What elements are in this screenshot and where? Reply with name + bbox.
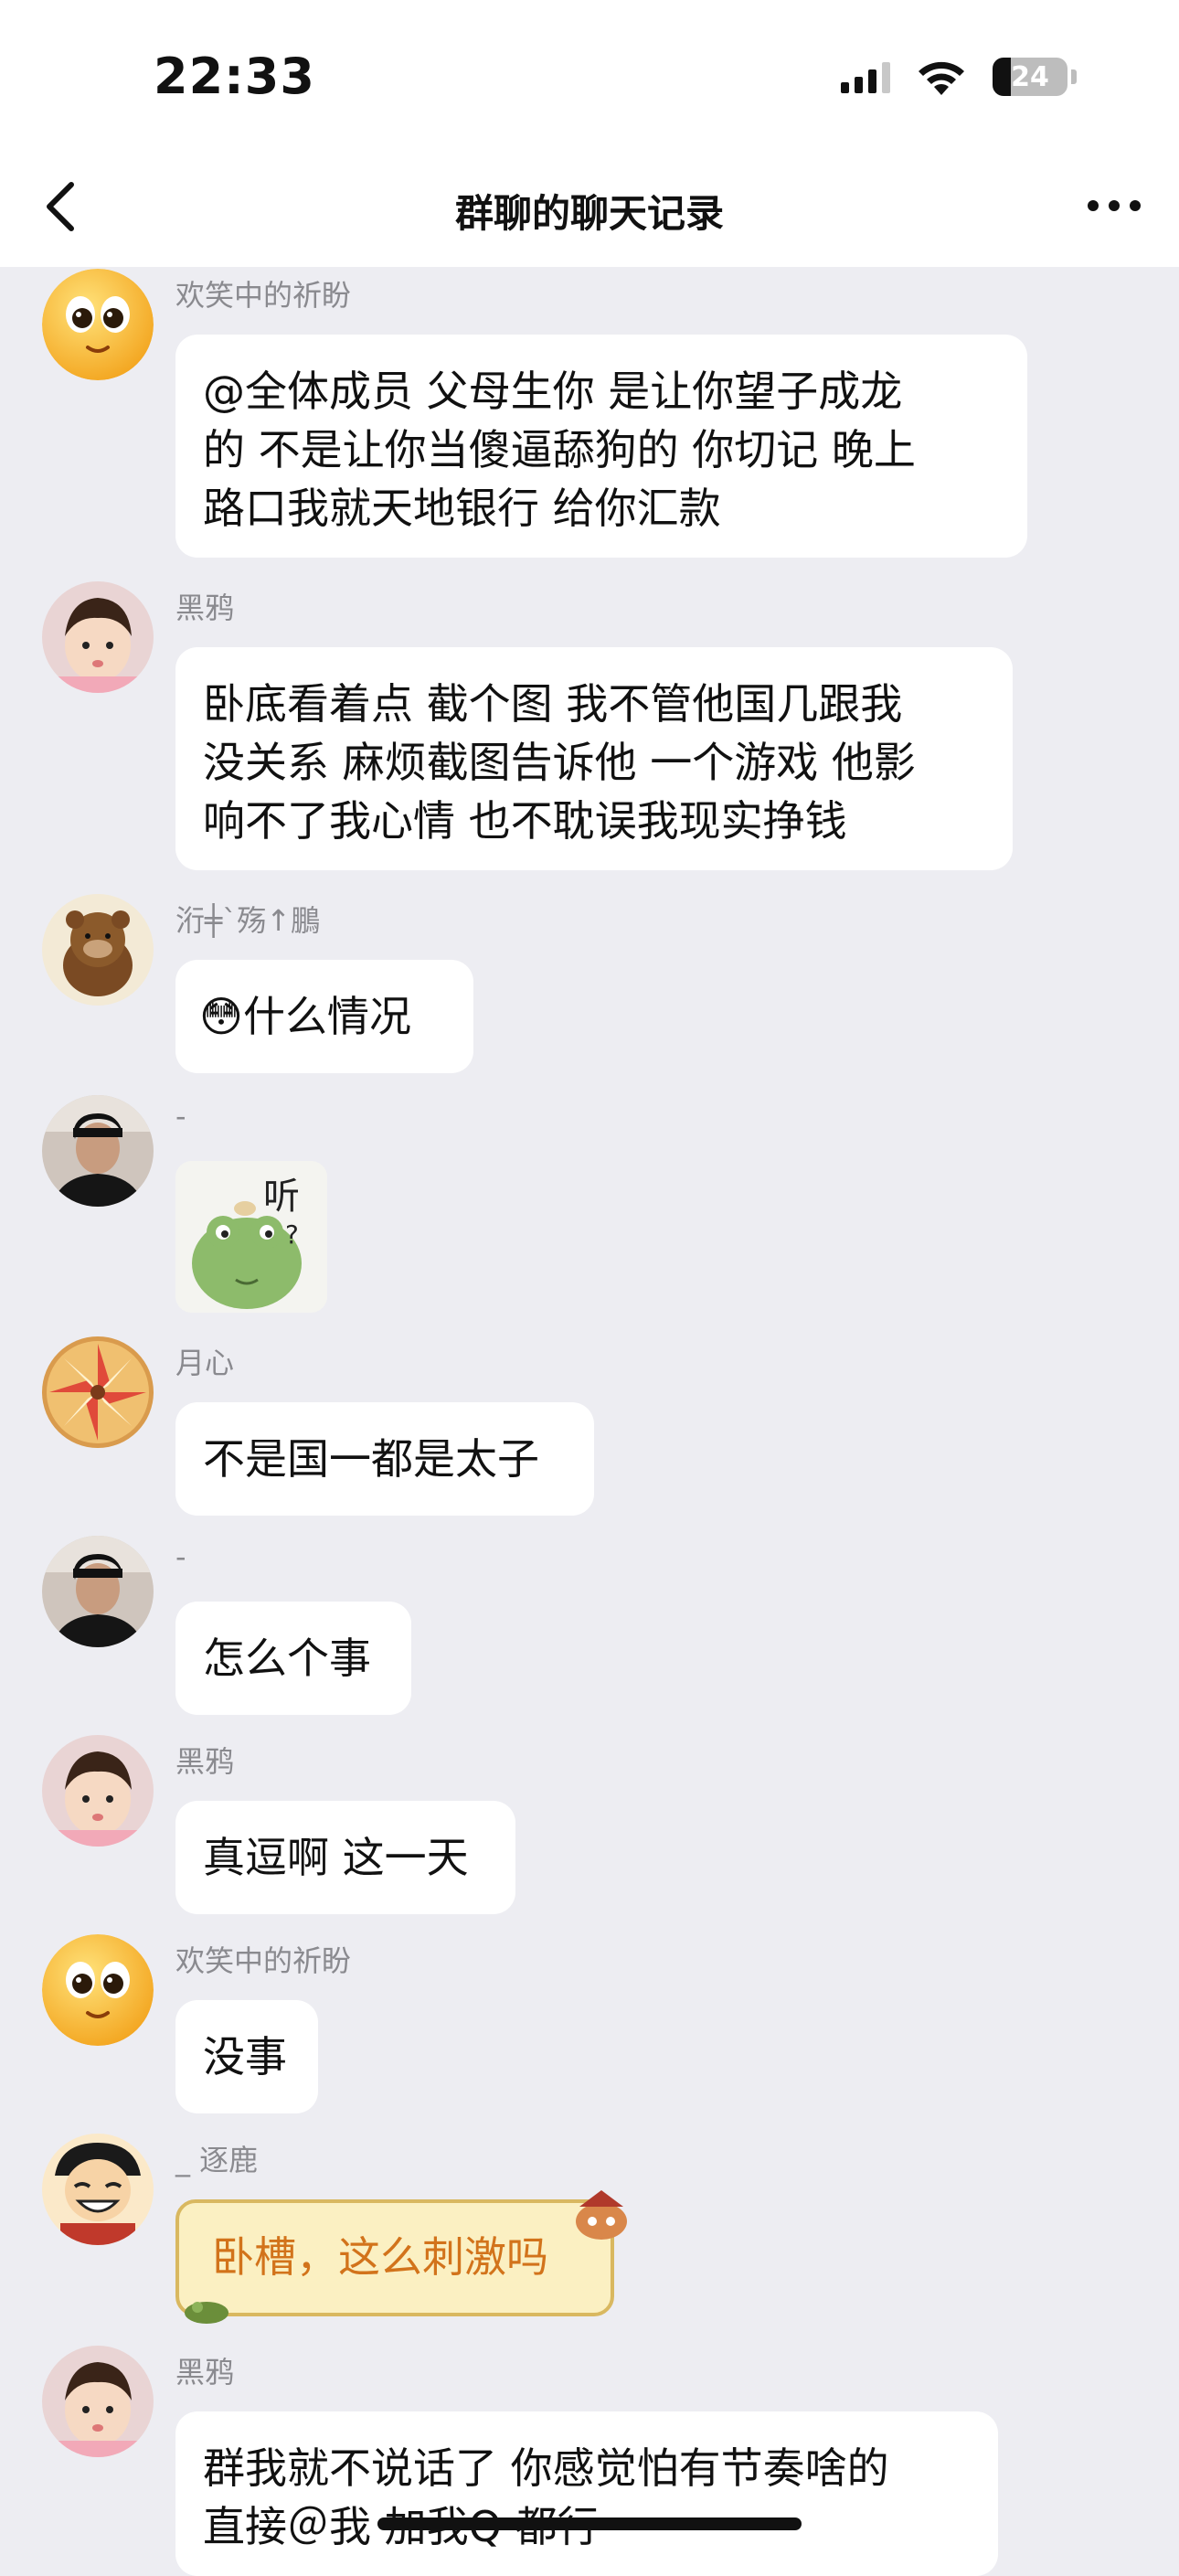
avatar[interactable] xyxy=(42,1536,154,1647)
message-text-line: 怎么个事 xyxy=(203,1634,371,1683)
message-text-line: @全体成员 父母生你 是让你望子成龙 xyxy=(203,367,903,416)
home-indicator[interactable] xyxy=(377,2517,802,2530)
battery-icon: 24 xyxy=(993,58,1067,96)
message-text-line: 不是国一都是太子 xyxy=(203,1434,539,1484)
status-time: 22:33 xyxy=(154,48,315,105)
top-bar: 22:33 24 群聊的聊天记录 xyxy=(0,0,1179,267)
wifi-icon xyxy=(919,61,964,95)
message-text-line: 的 不是让你当傻逼舔狗的 你切记 晚上 xyxy=(203,425,916,474)
avatar[interactable] xyxy=(42,894,154,1006)
avatar[interactable] xyxy=(42,1336,154,1448)
bubble-decoration-icon xyxy=(576,2190,627,2240)
message-text: 卧槽，这么刺激吗 xyxy=(212,2232,548,2282)
sender-name: 欢笑中的祈盼 xyxy=(175,278,352,313)
message-bubble[interactable]: 卧槽，这么刺激吗 xyxy=(175,2199,614,2316)
avatar[interactable] xyxy=(42,269,154,380)
message-text-line: 响不了我心情 也不耽误我现实挣钱 xyxy=(203,796,847,846)
sender-name: 月心 xyxy=(175,1346,235,1380)
message-text-line: 没关系 麻烦截图告诉他 一个游戏 他影 xyxy=(203,738,916,787)
avatar[interactable] xyxy=(42,581,154,693)
avatar[interactable] xyxy=(42,2134,154,2245)
avatar[interactable] xyxy=(42,1735,154,1847)
message-bubble[interactable]: 😳什么情况 xyxy=(175,960,473,1073)
avatar[interactable] xyxy=(42,1095,154,1207)
sender-name: - xyxy=(175,1539,186,1574)
message-bubble[interactable]: 没事 xyxy=(175,2000,318,2113)
message-text-line: 卧底看着点 截个图 我不管他国几跟我 xyxy=(203,679,903,729)
page-title: 群聊的聊天记录 xyxy=(454,191,724,236)
frog-sticker[interactable]: 听 ? xyxy=(175,1161,327,1313)
message-text: 什么情况 xyxy=(242,992,411,1041)
avatar[interactable] xyxy=(42,1934,154,2046)
avatar[interactable] xyxy=(42,2346,154,2457)
message-bubble[interactable]: 怎么个事 xyxy=(175,1602,411,1715)
message-text-line: 😳什么情况 xyxy=(199,987,446,1046)
svg-text:听: 听 xyxy=(263,1176,300,1218)
battery-tip xyxy=(1071,69,1077,84)
bubble-decoration-icon xyxy=(185,2302,228,2324)
sender-name: 黑鸦 xyxy=(175,1744,235,1779)
message-text-line: 没事 xyxy=(203,2032,287,2081)
message-bubble[interactable]: 卧底看着点 截个图 我不管他国几跟我 没关系 麻烦截图告诉他 一个游戏 他影 响… xyxy=(175,647,1013,870)
message-bubble[interactable]: 真逗啊 这一天 xyxy=(175,1801,515,1914)
sender-name: 黑鸦 xyxy=(175,591,235,625)
svg-text:?: ? xyxy=(285,1219,299,1250)
flushed-face-emoji-icon: 😳 xyxy=(199,992,243,1041)
sender-name: 黑鸦 xyxy=(175,2355,235,2390)
sender-name: 洐╪ˋ殇↑鵬 xyxy=(175,903,321,938)
sender-name: _ 逐鹿 xyxy=(175,2143,259,2177)
message-bubble[interactable]: 不是国一都是太子 xyxy=(175,1402,594,1516)
message-bubble[interactable]: 群我就不说话了 你感觉怕有节奏啥的 直接＠我 加我Q 都行 xyxy=(175,2411,998,2576)
sender-name: 欢笑中的祈盼 xyxy=(175,1943,352,1978)
status-icons: 24 xyxy=(841,57,1077,97)
message-text-line: 路口我就天地银行 给你汇款 xyxy=(203,484,721,533)
sender-name: - xyxy=(175,1099,186,1134)
cellular-signal-icon xyxy=(841,60,890,93)
battery-fill xyxy=(993,58,1011,96)
message-bubble[interactable]: @全体成员 父母生你 是让你望子成龙 的 不是让你当傻逼舔狗的 你切记 晚上 路… xyxy=(175,335,1027,558)
more-options-icon[interactable] xyxy=(1082,187,1146,224)
battery-percent: 24 xyxy=(1011,60,1049,93)
message-text-line: 真逗啊 这一天 xyxy=(203,1833,469,1882)
message-text-line: 群我就不说话了 你感觉怕有节奏啥的 xyxy=(203,2443,889,2493)
